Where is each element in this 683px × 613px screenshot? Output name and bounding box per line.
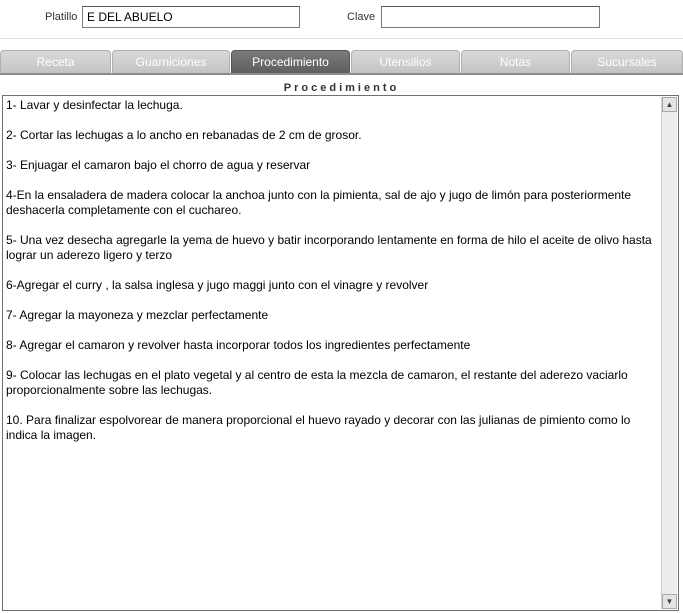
tab-utensilios[interactable]: Utensilios: [351, 50, 460, 73]
tab-sucursales[interactable]: Sucursales: [571, 50, 683, 73]
step-item: 10. Para finalizar espolvorear de manera…: [6, 413, 631, 442]
step-item: 2- Cortar las lechugas a lo ancho en reb…: [6, 128, 362, 142]
header-separator: [0, 38, 683, 39]
tab-receta[interactable]: Receta: [0, 50, 111, 73]
step-item: 7- Agregar la mayoneza y mezclar perfect…: [6, 308, 269, 322]
step-item: 9- Colocar las lechugas en el plato vege…: [6, 368, 628, 397]
step-item: 1- Lavar y desinfectar la lechuga.: [6, 98, 183, 112]
platillo-label: Platillo: [45, 11, 78, 23]
procedimiento-textarea[interactable]: 1- Lavar y desinfectar la lechuga. 2- Co…: [2, 95, 679, 611]
tab-underline: [0, 73, 683, 75]
platillo-input[interactable]: [82, 6, 300, 28]
tab-bar: Receta Guarniciones Procedimiento Utensi…: [0, 50, 683, 74]
triangle-down-icon[interactable]: ▼: [662, 594, 677, 609]
step-item: 5- Una vez desecha agregarle la yema de …: [6, 233, 652, 262]
section-title: Procedimiento: [283, 82, 400, 94]
step-item: 8- Agregar el camaron y revolver hasta i…: [6, 338, 471, 352]
tab-notas[interactable]: Notas: [461, 50, 570, 73]
step-item: 6-Agregar el curry , la salsa inglesa y …: [6, 278, 429, 292]
procedimiento-text[interactable]: 1- Lavar y desinfectar la lechuga. 2- Co…: [4, 97, 660, 609]
triangle-up-icon[interactable]: ▲: [662, 97, 677, 112]
vertical-scrollbar[interactable]: ▲ ▼: [661, 97, 677, 609]
step-item: 4-En la ensaladera de madera colocar la …: [6, 188, 632, 217]
step-item: 3- Enjuagar el camaron bajo el chorro de…: [6, 158, 311, 172]
tab-procedimiento[interactable]: Procedimiento: [231, 50, 350, 73]
clave-input[interactable]: [381, 6, 600, 28]
clave-label: Clave: [347, 11, 376, 23]
tab-guarniciones[interactable]: Guarniciones: [112, 50, 230, 73]
